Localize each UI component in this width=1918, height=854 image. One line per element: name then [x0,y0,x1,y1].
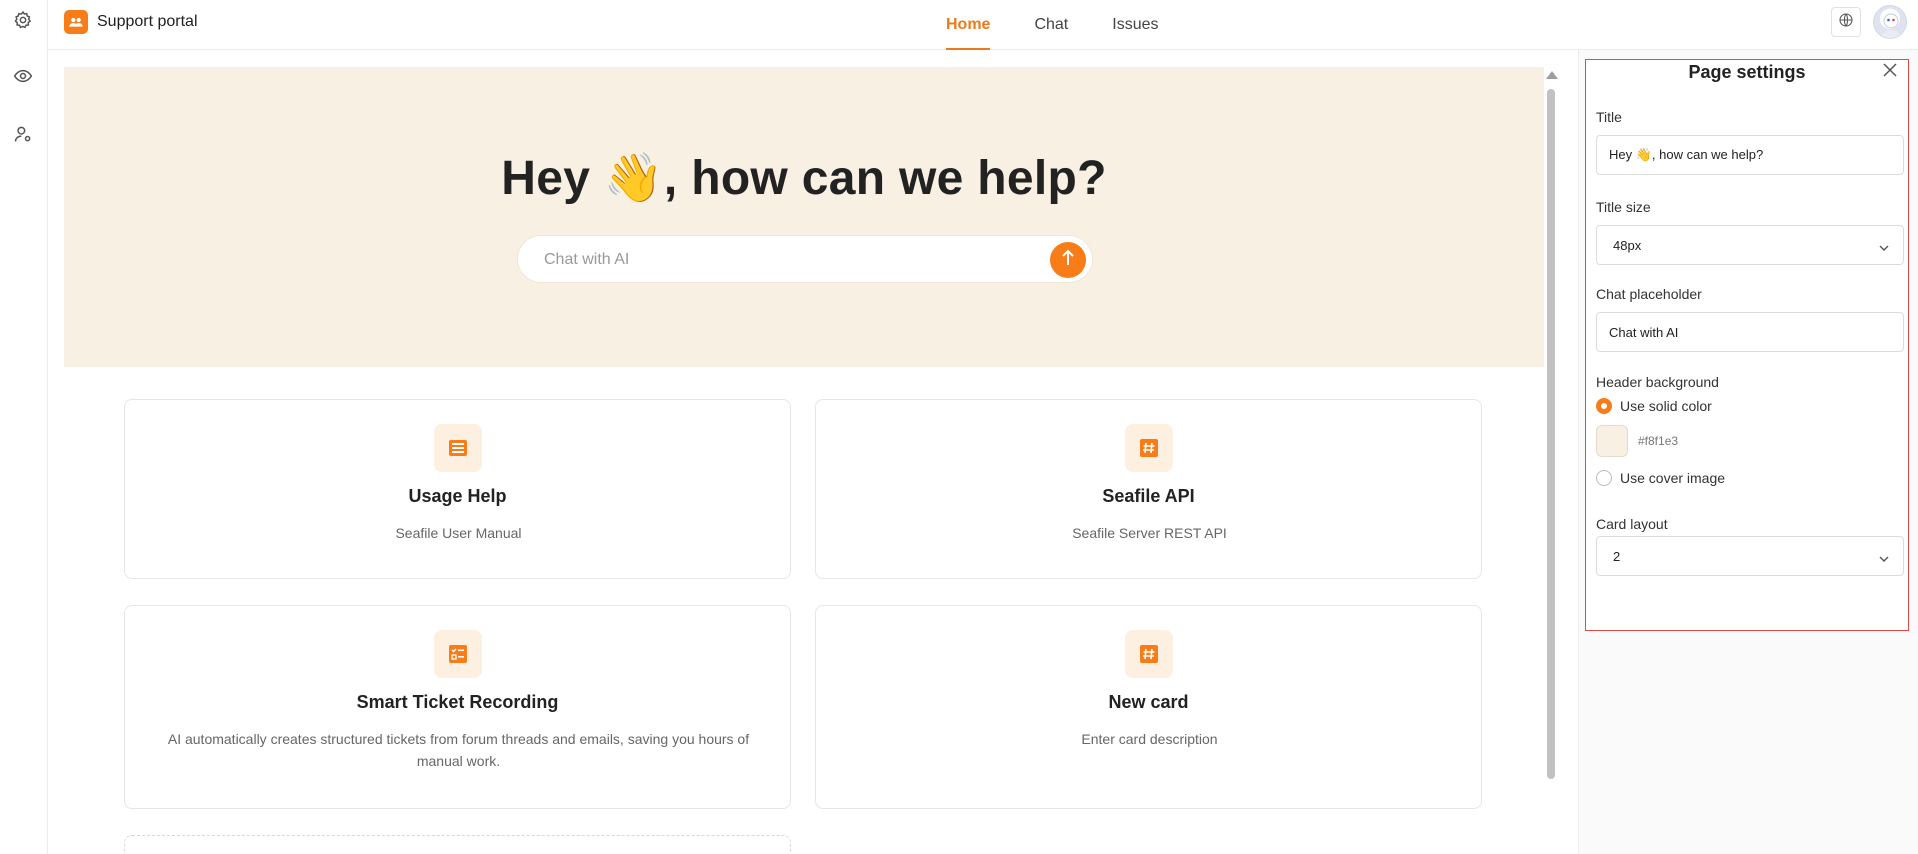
gear-icon[interactable] [11,8,35,32]
tab-label: Issues [1112,16,1159,33]
panel-title: Page settings [1688,62,1806,82]
card-layout-label: Card layout [1596,516,1668,532]
chat-input[interactable] [544,249,1024,271]
language-button[interactable] [1831,7,1861,37]
header-background-label: Header background [1596,374,1719,390]
title-size-label: Title size [1596,199,1651,215]
chevron-down-icon [1879,551,1889,566]
radio-checked[interactable] [1596,398,1612,414]
add-card-placeholder[interactable] [124,835,791,854]
card-usage-help[interactable]: Usage Help Seafile User Manual [124,399,791,579]
tab-label: Home [946,16,991,33]
checklist-icon [434,630,482,678]
tab-chat[interactable]: Chat [1012,0,1090,50]
radio-solid-color[interactable]: Use solid color [1596,398,1712,414]
brand[interactable]: Support portal [64,10,198,34]
page-canvas: Hey 👋, how can we help? Usage Help Seafi… [64,67,1544,854]
app-name: Support portal [97,13,198,30]
globe-icon [1838,12,1854,33]
title-label: Title [1596,109,1622,125]
chat-placeholder-label: Chat placeholder [1596,286,1702,302]
tab-home[interactable]: Home [924,0,1012,50]
scroll-up-icon[interactable] [1546,71,1558,79]
tab-label: Chat [1034,16,1069,33]
card-layout-select[interactable]: 2 [1596,536,1904,576]
card-title: Usage Help [408,486,507,506]
hash-icon [1125,424,1173,472]
card-description: Seafile User Manual [395,525,522,541]
card-title: New card [1108,692,1189,712]
selected-value: 48px [1613,237,1642,253]
avatar[interactable] [1873,5,1907,39]
radio-cover-image[interactable]: Use cover image [1596,470,1725,486]
scroll-thumb[interactable] [1547,89,1555,779]
users-logo-icon [64,10,88,34]
close-button[interactable] [1880,62,1900,82]
card-description: AI automatically creates structured tick… [167,731,750,769]
arrow-up-icon [1061,249,1075,272]
send-button[interactable] [1050,242,1086,278]
card-title: Smart Ticket Recording [356,692,559,712]
tab-issues[interactable]: Issues [1090,0,1180,50]
color-swatch[interactable] [1596,425,1628,457]
card-title: Seafile API [1102,486,1195,506]
list-icon [434,424,482,472]
chat-box [517,235,1093,283]
card-new-card[interactable]: New card Enter card description [815,605,1482,809]
top-bar: Support portal Home Chat Issues [48,0,1918,50]
main-nav: Home Chat Issues [924,0,1181,50]
color-picker-row: #f8f1e3 [1596,425,1678,457]
hero-title: Hey 👋, how can we help? [501,152,1107,205]
title-size-select[interactable]: 48px [1596,225,1904,265]
left-rail [0,0,48,854]
eye-icon[interactable] [11,64,35,88]
card-seafile-api[interactable]: Seafile API Seafile Server REST API [815,399,1482,579]
chevron-down-icon [1879,240,1889,255]
page-settings-panel: Page settings Title Hey 👋, how can we he… [1585,59,1909,631]
color-hex: #f8f1e3 [1638,434,1679,448]
vertical-scrollbar[interactable] [1544,67,1558,854]
card-smart-ticket-recording[interactable]: Smart Ticket Recording AI automatically … [124,605,791,809]
chat-placeholder-input[interactable]: Chat with AI [1596,312,1904,352]
card-description: Seafile Server REST API [1072,525,1227,541]
card-description: Enter card description [1081,731,1218,747]
hero-header: Hey 👋, how can we help? [64,67,1544,367]
hash-icon [1125,630,1173,678]
selected-value: 2 [1613,548,1621,564]
radio-label: Use solid color [1620,398,1712,414]
user-settings-icon[interactable] [11,122,35,146]
radio-unchecked[interactable] [1596,470,1612,486]
title-input[interactable]: Hey 👋, how can we help? [1596,135,1904,175]
close-icon [1883,62,1897,82]
radio-label: Use cover image [1620,470,1726,486]
